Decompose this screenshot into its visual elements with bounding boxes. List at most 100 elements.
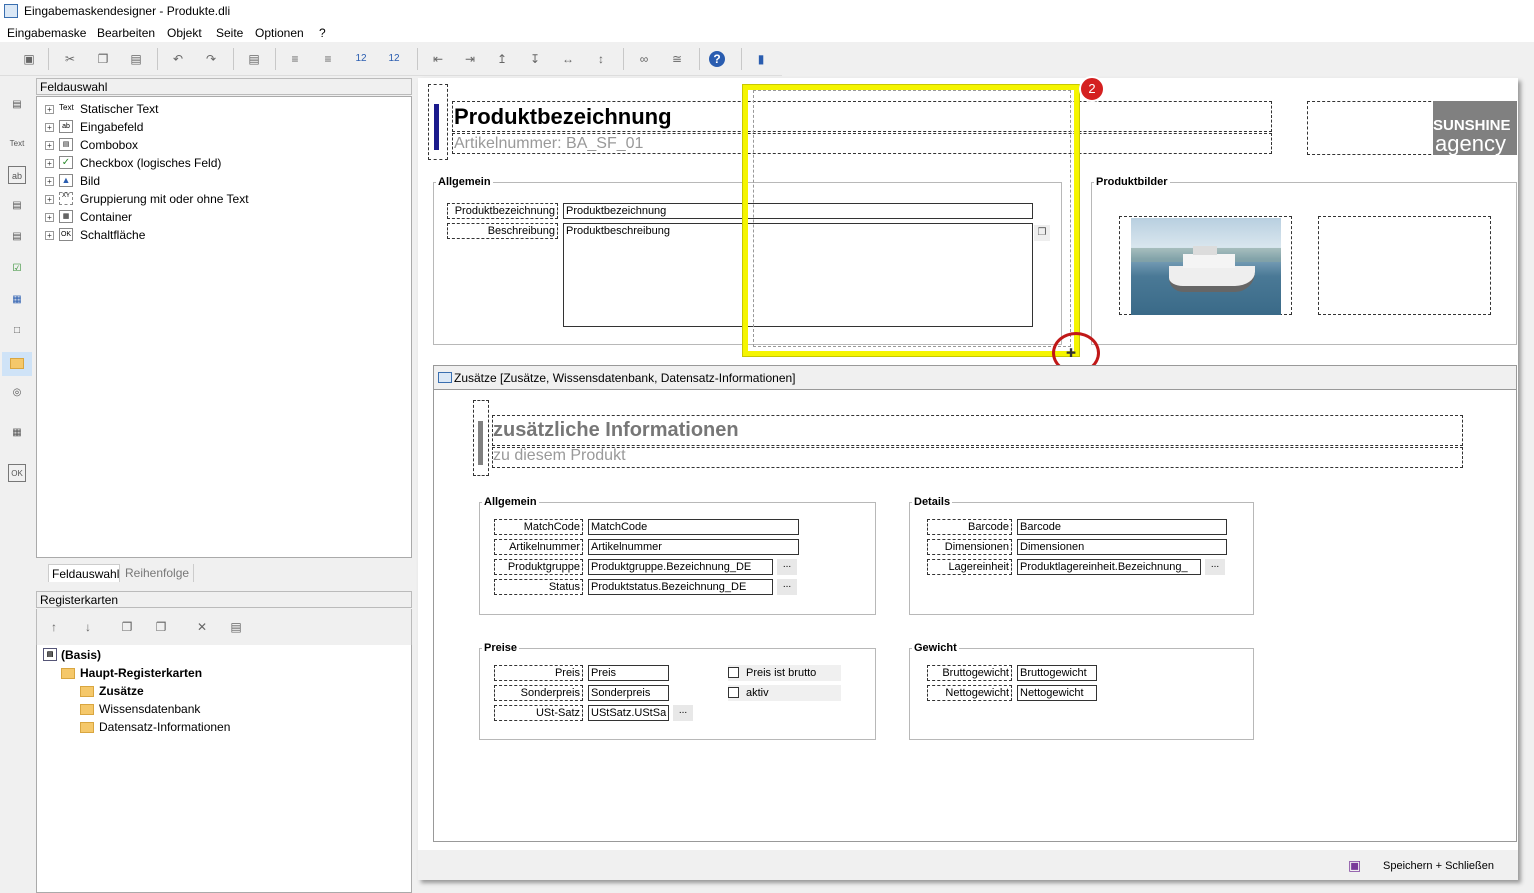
properties-icon[interactable]: ▤: [245, 50, 263, 68]
menu-eingabemaske[interactable]: Eingabemaske: [7, 26, 86, 40]
app-icon: [4, 4, 18, 18]
layer-front-icon[interactable]: ≡: [286, 50, 304, 68]
paste-icon[interactable]: ▤: [127, 50, 145, 68]
menu-bearbeiten[interactable]: Bearbeiten: [97, 26, 155, 40]
sonderpreis-field[interactable]: Sonderpreis: [588, 685, 669, 701]
allgemein2-group-label: Allgemein: [482, 496, 539, 508]
tab-feldauswahl[interactable]: Feldauswahl: [48, 564, 120, 582]
preis-field[interactable]: Preis: [588, 665, 669, 681]
checkbox-tool-icon[interactable]: ☑: [8, 260, 26, 278]
details-group-label: Details: [912, 496, 953, 508]
status-field[interactable]: Produktstatus.Bezeichnung_DE: [588, 579, 773, 595]
aktiv-label: aktiv: [728, 685, 841, 701]
boat-image: [1131, 218, 1281, 315]
preis-ist-brutto-checkbox[interactable]: [728, 667, 739, 678]
tree-item-input-field[interactable]: + ab Eingabefeld: [43, 119, 403, 135]
status-lookup-button[interactable]: ...: [777, 579, 797, 595]
move-down-icon[interactable]: ↓: [79, 618, 97, 636]
menu-help[interactable]: ?: [319, 26, 326, 40]
bookmark-icon[interactable]: ▮: [752, 50, 770, 68]
produktgruppe-field[interactable]: Produktgruppe.Bezeichnung_DE: [588, 559, 773, 575]
page-subtitle: Artikelnummer: BA_SF_01: [454, 135, 644, 152]
tree-item-static-text[interactable]: + Text Statischer Text: [43, 101, 403, 117]
bruttogewicht-field[interactable]: Bruttogewicht: [1017, 665, 1097, 681]
link-icon[interactable]: ∞: [635, 50, 653, 68]
title-bar: Eingabemaskendesigner - Produkte.dli: [0, 0, 1534, 22]
save-icon[interactable]: ▣: [20, 50, 38, 68]
delete-icon[interactable]: ✕: [193, 618, 211, 636]
logo-line2: agency: [1435, 131, 1506, 155]
static-text-tool-icon[interactable]: Text: [8, 135, 26, 153]
tab-order-edit-icon[interactable]: 12: [385, 50, 403, 68]
input-field-tool-icon[interactable]: ab: [8, 166, 26, 184]
lagereinheit-field[interactable]: Produktlagereinheit.Bezeichnung_: [1017, 559, 1201, 575]
image-tool-icon[interactable]: ▦: [8, 291, 26, 309]
copy-icon[interactable]: ❐: [94, 50, 112, 68]
zusatz-subtitle-box[interactable]: [492, 447, 1463, 468]
toolbar: ▣ ✂ ❐ ▤ ↶ ↷ ▤ ≡ ≡ 12 12 ⇤ ⇥ ↥ ↧ ↔ ↕ ∞ ≅ …: [0, 42, 782, 76]
unlink-icon[interactable]: ≅: [668, 50, 686, 68]
new-tab-icon[interactable]: ❐: [118, 618, 136, 636]
ust-satz-lookup-button[interactable]: ...: [673, 705, 693, 721]
tab-properties-icon[interactable]: ▤: [227, 618, 245, 636]
tree-item-checkbox[interactable]: + ✓ Checkbox (logisches Feld): [43, 155, 403, 171]
align-bottom-icon[interactable]: ↧: [526, 50, 544, 68]
undo-icon[interactable]: ↶: [169, 50, 187, 68]
tree-item-container[interactable]: + ▦ Container: [43, 209, 403, 225]
dimensionen-field[interactable]: Dimensionen: [1017, 539, 1227, 555]
nettogewicht-field[interactable]: Nettogewicht: [1017, 685, 1097, 701]
menu-optionen[interactable]: Optionen: [255, 26, 304, 40]
registerkarten-toolbar: ↑ ↓ ❐ ❐ ✕ ▤: [36, 609, 412, 645]
matchcode-label: MatchCode: [494, 519, 583, 535]
save-close-button[interactable]: ▣ Speichern + Schließen: [1343, 854, 1513, 876]
table-tool-icon[interactable]: ▦: [8, 424, 26, 442]
move-up-icon[interactable]: ↑: [45, 618, 63, 636]
image-box-2[interactable]: [1318, 216, 1491, 315]
tab-panel-header[interactable]: Zusätze [Zusätze, Wissensdatenbank, Date…: [433, 365, 1517, 390]
image-icon: ▲: [59, 174, 73, 187]
group-tool-icon[interactable]: □: [8, 322, 26, 340]
same-width-icon[interactable]: ↔: [559, 50, 577, 68]
align-left-icon[interactable]: ⇤: [429, 50, 447, 68]
produktgruppe-lookup-button[interactable]: ...: [777, 559, 797, 575]
menu-objekt[interactable]: Objekt: [167, 26, 202, 40]
zusatz-title: zusätzliche Informationen: [493, 419, 739, 441]
lagereinheit-lookup-button[interactable]: ...: [1205, 559, 1225, 575]
tree-item-combobox[interactable]: + ▤ Combobox: [43, 137, 403, 153]
tab-order-icon[interactable]: 12: [352, 50, 370, 68]
redo-icon[interactable]: ↷: [202, 50, 220, 68]
feldauswahl-tabs: Feldauswahl Reihenfolge: [36, 562, 412, 584]
footer-bar: ▣ Speichern + Schließen: [418, 850, 1518, 880]
barcode-field[interactable]: Barcode: [1017, 519, 1227, 535]
tab-reihenfolge[interactable]: Reihenfolge: [122, 564, 194, 582]
help-icon[interactable]: ?: [709, 51, 725, 67]
aktiv-checkbox[interactable]: [728, 687, 739, 698]
same-height-icon[interactable]: ↕: [592, 50, 610, 68]
tree-item-image[interactable]: + ▲ Bild: [43, 173, 403, 189]
new-element-outline: [753, 90, 1071, 347]
accent-bar: [434, 104, 439, 150]
artikelnummer-field[interactable]: Artikelnummer: [588, 539, 799, 555]
align-top-icon[interactable]: ↥: [493, 50, 511, 68]
align-right-icon[interactable]: ⇥: [461, 50, 479, 68]
layer-back-icon[interactable]: ≡: [319, 50, 337, 68]
tree-item-group[interactable]: + XY Gruppierung mit oder ohne Text: [43, 191, 403, 207]
copy-tab-icon[interactable]: ❐: [152, 618, 170, 636]
artikelnummer-label: Artikelnummer: [494, 539, 583, 555]
combobox-tool-icon[interactable]: ▤: [8, 197, 26, 215]
tab-container-tool-icon[interactable]: [2, 352, 32, 376]
list-tool-icon[interactable]: ▤: [8, 228, 26, 246]
design-canvas[interactable]: Produktbezeichnung Artikelnummer: BA_SF_…: [418, 76, 1518, 880]
nettogewicht-label: Nettogewicht: [927, 685, 1012, 701]
tree-item-button[interactable]: + OK Schaltfläche: [43, 227, 403, 243]
menu-seite[interactable]: Seite: [216, 26, 243, 40]
button-tool-icon[interactable]: OK: [8, 464, 26, 482]
ust-satz-field[interactable]: UStSatz.UStSa: [588, 705, 669, 721]
select-tool-icon[interactable]: ▤: [8, 96, 26, 114]
registerkarten-tree: ▤ (Basis) Haupt-Registerkarten Zusätze W…: [36, 645, 412, 893]
cut-icon[interactable]: ✂: [61, 50, 79, 68]
matchcode-field[interactable]: MatchCode: [588, 519, 799, 535]
gewicht-group-label: Gewicht: [912, 642, 959, 654]
web-tool-icon[interactable]: ◎: [8, 384, 26, 402]
lagereinheit-label: Lagereinheit: [927, 559, 1012, 575]
